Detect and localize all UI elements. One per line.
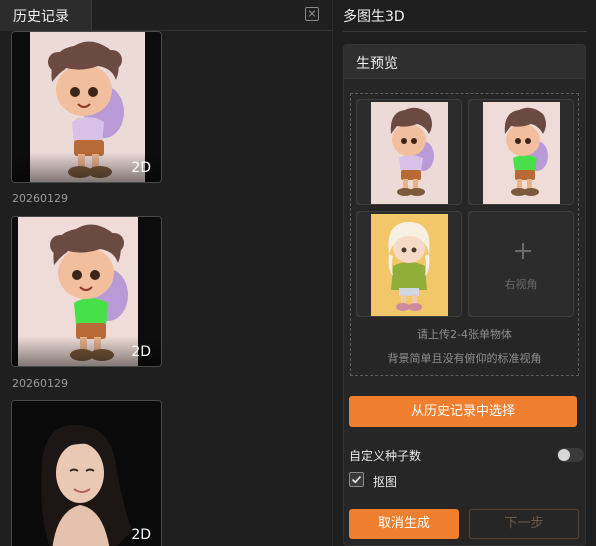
view-slot-left[interactable] bbox=[468, 99, 574, 205]
history-item[interactable]: 2D bbox=[11, 400, 162, 546]
history-header: 历史记录 bbox=[0, 0, 333, 31]
page-title: 多图生3D bbox=[343, 9, 405, 25]
upload-hint-line1: 请上传2-4张单物体 bbox=[417, 328, 512, 341]
character-side-thumbnail bbox=[483, 102, 560, 204]
dimension-badge: 2D bbox=[131, 344, 151, 360]
history-date: 20260129 bbox=[12, 377, 68, 390]
view-slot-back[interactable] bbox=[356, 211, 462, 317]
upload-hint-line2: 背景简单且没有俯仰的标准视角 bbox=[387, 352, 542, 365]
preview-section-header[interactable]: 生预览 bbox=[344, 45, 585, 79]
character-front-thumbnail bbox=[371, 102, 448, 204]
next-step-button[interactable]: 下一步 bbox=[469, 509, 579, 539]
tab-history[interactable]: 历史记录 bbox=[0, 0, 92, 31]
view-slot-right[interactable]: 右视角 bbox=[468, 211, 574, 317]
multi-image-3d-panel: 多图生3D 生预览 右视角 请上传2-4张单物体 背景简单且没有俯仰的标准视角 … bbox=[334, 0, 596, 546]
view-slot-front[interactable] bbox=[356, 99, 462, 205]
custom-seed-toggle[interactable] bbox=[557, 448, 584, 462]
upload-dropzone[interactable]: 右视角 请上传2-4张单物体 背景简单且没有俯仰的标准视角 bbox=[350, 93, 579, 376]
portrait-thumbnail bbox=[12, 401, 161, 546]
tab-history-label: 历史记录 bbox=[13, 9, 69, 25]
preview-section: 生预览 右视角 请上传2-4张单物体 背景简单且没有俯仰的标准视角 从历史记录中… bbox=[343, 44, 586, 546]
dimension-badge: 2D bbox=[131, 527, 151, 543]
matting-label: 抠图 bbox=[373, 475, 398, 489]
choose-from-history-button[interactable]: 从历史记录中选择 bbox=[349, 396, 577, 427]
toggle-knob bbox=[558, 449, 570, 461]
character-girl-thumbnail bbox=[371, 214, 448, 316]
history-panel: 历史记录 2D 20260129 2D 20260129 2D bbox=[0, 0, 333, 546]
matting-checkbox[interactable] bbox=[349, 472, 364, 487]
view-slot-label: 右视角 bbox=[504, 278, 538, 291]
check-icon bbox=[351, 475, 362, 484]
dimension-badge: 2D bbox=[131, 160, 151, 176]
preview-section-title: 生预览 bbox=[356, 56, 398, 72]
collapse-panel-icon[interactable] bbox=[305, 7, 319, 21]
custom-seed-label: 自定义种子数 bbox=[349, 449, 422, 463]
title-divider bbox=[343, 31, 587, 32]
history-date: 20260129 bbox=[12, 192, 68, 205]
cancel-generation-button[interactable]: 取消生成 bbox=[349, 509, 459, 539]
history-item[interactable]: 2D bbox=[11, 31, 162, 183]
history-item[interactable]: 2D bbox=[11, 216, 162, 367]
